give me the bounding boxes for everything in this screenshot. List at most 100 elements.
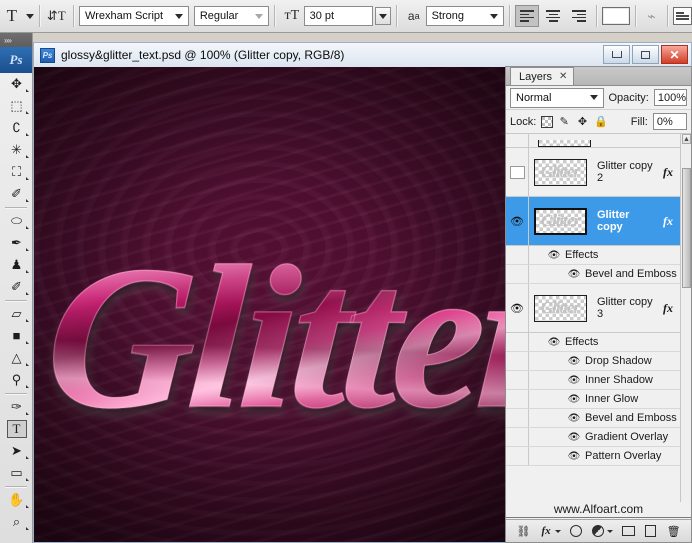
eye-icon[interactable]: 👁	[563, 356, 585, 367]
close-button[interactable]: ✕	[661, 45, 688, 64]
tool-preset-chevron-down-icon[interactable]	[26, 14, 34, 19]
flyout-triangle-icon[interactable]	[26, 341, 29, 344]
document-titlebar[interactable]: Ps glossy&glitter_text.psd @ 100% (Glitt…	[33, 42, 692, 67]
effect-visibility-toggle[interactable]	[506, 352, 529, 370]
font-family-input[interactable]: Wrexham Script	[79, 6, 189, 26]
layer-effect-row[interactable]: 👁Inner Shadow	[506, 371, 691, 390]
new-group-button[interactable]	[621, 524, 636, 539]
flyout-triangle-icon[interactable]	[26, 385, 29, 388]
flyout-triangle-icon[interactable]	[26, 270, 29, 273]
type-tool[interactable]: T	[0, 418, 33, 440]
type-tool-icon[interactable]: T	[0, 4, 24, 28]
layer-effects-group-row[interactable]: 👁Effects	[506, 333, 691, 352]
effect-visibility-toggle[interactable]	[506, 428, 529, 446]
warp-text-icon[interactable]: ⌁	[641, 8, 663, 25]
blend-mode-select[interactable]: Normal	[510, 88, 604, 108]
tab-layers[interactable]: Layers ✕	[510, 67, 574, 85]
layer-visibility-toggle[interactable]	[506, 148, 529, 196]
flyout-triangle-icon[interactable]	[26, 292, 29, 295]
eye-icon[interactable]: 👁	[563, 413, 585, 424]
rectangle-shape-tool[interactable]: ▭	[0, 462, 33, 484]
align-center-button[interactable]	[541, 5, 565, 27]
anti-aliasing-input[interactable]: Strong	[426, 6, 505, 26]
table-row[interactable]: 👁GlitterGlitter copy 3fx	[506, 284, 691, 333]
eye-icon[interactable]: 👁	[563, 451, 585, 462]
path-selection-tool[interactable]: ➤	[0, 440, 33, 462]
flyout-triangle-icon[interactable]	[26, 155, 29, 158]
spot-healing-brush-tool[interactable]: ⬭	[0, 210, 33, 232]
fill-input[interactable]: 0%	[653, 113, 687, 130]
magic-wand-tool[interactable]: ✳	[0, 139, 33, 161]
character-paragraph-panel-icon[interactable]	[673, 7, 692, 25]
flyout-triangle-icon[interactable]	[26, 412, 29, 415]
effect-visibility-toggle[interactable]	[506, 390, 529, 408]
flyout-triangle-icon[interactable]	[26, 226, 29, 229]
new-layer-button[interactable]	[643, 524, 658, 539]
text-orientation-icon[interactable]: ⇵T	[45, 4, 69, 28]
zoom-tool[interactable]: ⌕	[0, 511, 33, 533]
effect-visibility-toggle[interactable]	[506, 447, 529, 465]
dodge-tool[interactable]: ⚲	[0, 369, 33, 391]
minimize-button[interactable]	[603, 45, 630, 64]
scroll-up-icon[interactable]: ▲	[682, 134, 691, 144]
clone-stamp-tool[interactable]: ♟	[0, 254, 33, 276]
effects-visibility-toggle[interactable]	[506, 246, 529, 264]
gradient-tool[interactable]: ■	[0, 325, 33, 347]
blend-mode-chevron-down-icon[interactable]	[587, 90, 601, 106]
eye-icon[interactable]: 👁	[563, 269, 585, 280]
scrollbar-thumb[interactable]	[682, 168, 691, 288]
eye-icon[interactable]: 👁	[563, 432, 585, 443]
add-layer-style-button[interactable]: fx	[539, 524, 561, 539]
layer-effect-row[interactable]: 👁Inner Glow	[506, 390, 691, 409]
effect-visibility-toggle[interactable]	[506, 265, 529, 283]
align-left-button[interactable]	[515, 5, 539, 27]
text-color-swatch[interactable]	[602, 7, 629, 25]
eyedropper-tool[interactable]: ✐	[0, 183, 33, 205]
layer-visibility-toggle[interactable]	[506, 134, 529, 147]
blur-tool[interactable]: △	[0, 347, 33, 369]
layers-scrollbar[interactable]: ▲ ▼	[680, 134, 691, 518]
hand-tool[interactable]: ✋	[0, 489, 33, 511]
close-icon[interactable]: ✕	[559, 71, 567, 82]
crop-tool[interactable]: ⛶	[0, 161, 33, 183]
layer-effect-row[interactable]: 👁Bevel and Emboss	[506, 265, 691, 284]
layer-list[interactable]: GlitterGlitter copy 2fx👁GlitterGlitter c…	[506, 134, 691, 518]
maximize-button[interactable]	[632, 45, 659, 64]
font-family-chevron-down-icon[interactable]	[172, 8, 186, 24]
layer-effects-badge[interactable]: fx	[658, 165, 678, 180]
flyout-triangle-icon[interactable]	[26, 527, 29, 530]
opacity-input[interactable]: 100%	[654, 89, 687, 106]
font-style-chevron-down-icon[interactable]	[252, 8, 266, 24]
history-brush-tool[interactable]: ✐	[0, 276, 33, 298]
move-tool[interactable]: ✥	[0, 73, 33, 95]
link-layers-button[interactable]: ⛓	[516, 524, 531, 539]
layer-row-partial[interactable]	[506, 134, 691, 148]
rectangular-marquee-tool[interactable]: ⬚	[0, 95, 33, 117]
eraser-tool[interactable]: ▱	[0, 303, 33, 325]
collapse-tools-button[interactable]: »»	[0, 33, 32, 47]
lock-transparent-pixels-icon[interactable]	[541, 116, 552, 128]
brush-tool[interactable]: ✒	[0, 232, 33, 254]
eye-icon[interactable]: 👁	[543, 337, 565, 348]
flyout-triangle-icon[interactable]	[26, 478, 29, 481]
lock-position-icon[interactable]: ✥	[576, 115, 589, 129]
layer-effect-row[interactable]: 👁Bevel and Emboss	[506, 409, 691, 428]
flyout-triangle-icon[interactable]	[26, 111, 29, 114]
effect-visibility-toggle[interactable]	[506, 409, 529, 427]
effects-visibility-toggle[interactable]	[506, 333, 529, 351]
flyout-triangle-icon[interactable]	[26, 456, 29, 459]
lock-image-pixels-icon[interactable]: ✎	[558, 115, 571, 129]
flyout-triangle-icon[interactable]	[26, 319, 29, 322]
delete-layer-button[interactable]: 🗑	[666, 524, 681, 539]
lasso-tool[interactable]: ∁	[0, 117, 33, 139]
lock-all-icon[interactable]: 🔒	[594, 115, 608, 129]
table-row[interactable]: 👁GlitterGlitter copyfx	[506, 197, 691, 246]
font-size-chevron-down-icon[interactable]	[375, 7, 391, 25]
anti-aliasing-chevron-down-icon[interactable]	[487, 8, 501, 24]
layer-effect-row[interactable]: 👁Gradient Overlay	[506, 428, 691, 447]
layer-thumbnail[interactable]: Glitter	[534, 159, 587, 186]
layer-effects-group-row[interactable]: 👁Effects	[506, 246, 691, 265]
flyout-triangle-icon[interactable]	[26, 363, 29, 366]
pen-tool[interactable]: ✑	[0, 396, 33, 418]
layer-visibility-toggle[interactable]: 👁	[506, 284, 529, 332]
